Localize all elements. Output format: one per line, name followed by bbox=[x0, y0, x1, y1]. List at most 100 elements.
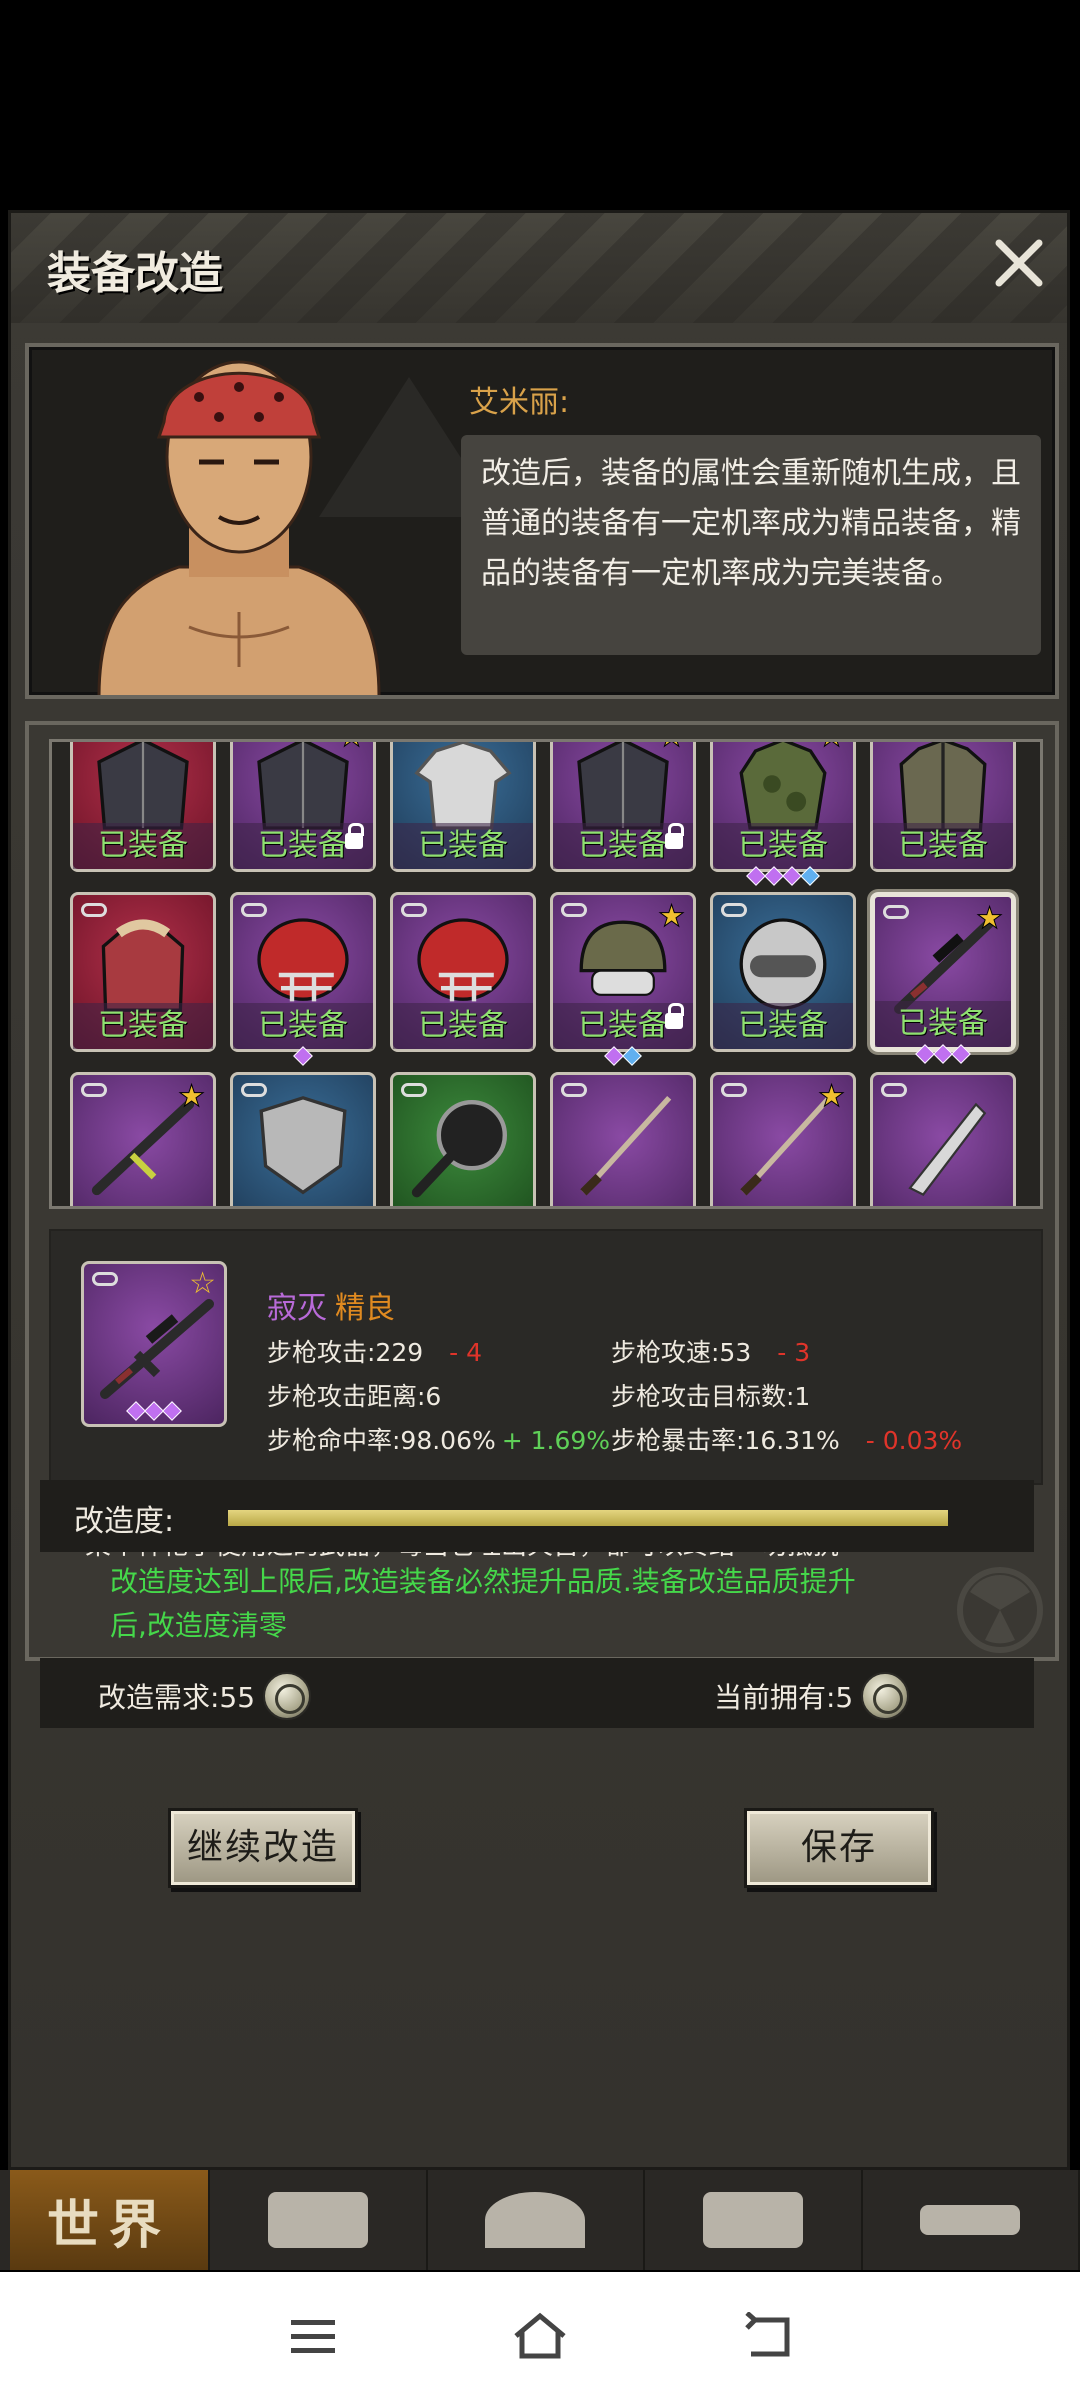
inventory-slot[interactable] bbox=[550, 1072, 696, 1206]
stat-label: 步枪暴击率:16.31% bbox=[611, 1426, 840, 1455]
character-icon bbox=[485, 2192, 586, 2248]
stat-line: 步枪攻速:53 - 3 bbox=[611, 1333, 810, 1369]
inventory-slot[interactable]: 已装备 bbox=[70, 892, 216, 1052]
nav-world-tab[interactable]: 世界 bbox=[10, 2170, 210, 2270]
inventory-slot[interactable]: ★ 已装备 bbox=[710, 742, 856, 886]
equipment-grid[interactable]: 已装备★已装备已装备★已装备★已装备已装备已装备已装备已装备★已装备已装备★已装… bbox=[49, 739, 1043, 1209]
stat-label: 步枪攻击:229 bbox=[267, 1338, 424, 1367]
gem-icon bbox=[782, 866, 802, 886]
lock-icon bbox=[665, 823, 684, 849]
reform-progress-bar bbox=[228, 1510, 948, 1526]
riot-shield-icon bbox=[259, 1096, 347, 1195]
gem-icon bbox=[933, 1044, 953, 1064]
gem-icon bbox=[126, 1401, 146, 1421]
stat-label: 步枪攻击目标数:1 bbox=[611, 1382, 811, 1411]
lock-icon bbox=[345, 823, 364, 849]
equipped-label: 已装备 bbox=[233, 1003, 373, 1049]
back-icon[interactable] bbox=[737, 2306, 797, 2366]
inventory-slot[interactable] bbox=[870, 1072, 1016, 1206]
item-quality: 精良 bbox=[335, 1291, 395, 1326]
nav-tab-2[interactable] bbox=[210, 2170, 428, 2270]
npc-portrait bbox=[97, 360, 381, 695]
nav-world-label: 世界 bbox=[46, 2194, 171, 2256]
lock-icon bbox=[665, 1003, 684, 1029]
npc-speech-bubble: 改造后，装备的属性会重新随机生成，且普通的装备有一定机率成为精品装备，精品的装备… bbox=[461, 435, 1041, 655]
selected-item-icon: ☆ bbox=[81, 1261, 227, 1427]
gem-icon bbox=[293, 1046, 313, 1066]
stat-line: 步枪暴击率:16.31% - 0.03% bbox=[611, 1421, 962, 1457]
inventory-slot[interactable]: 已装备 bbox=[70, 742, 216, 872]
equipped-label: 已装备 bbox=[873, 823, 1013, 869]
gem-icon bbox=[915, 1044, 935, 1064]
stat-delta: - 0.03% bbox=[865, 1426, 963, 1455]
equipped-label: 已装备 bbox=[73, 1003, 213, 1049]
gem-slots bbox=[746, 866, 820, 886]
equipped-label: 已装备 bbox=[393, 1003, 533, 1049]
gem-icon bbox=[144, 1401, 164, 1421]
inventory-slot[interactable]: 已装备 bbox=[710, 892, 856, 1052]
home-icon[interactable] bbox=[510, 2306, 570, 2366]
game-bottom-nav: 世界 bbox=[0, 2170, 1080, 2270]
save-button[interactable]: 保存 bbox=[744, 1808, 934, 1888]
coin-icon bbox=[263, 1672, 312, 1720]
equipped-label: 已装备 bbox=[713, 823, 853, 869]
inventory-slot[interactable]: 已装备 bbox=[230, 892, 376, 1066]
inventory-slot[interactable]: ★ bbox=[70, 1072, 216, 1206]
inventory-slot[interactable]: ★已装备 bbox=[230, 742, 376, 872]
star-icon: ★ bbox=[818, 742, 846, 755]
reform-progress-fill bbox=[228, 1510, 948, 1526]
star-icon: ★ bbox=[178, 1079, 206, 1115]
item-detail: ☆ 寂灭 精良 步枪攻击:229 - 4 步枪攻速:53 - 3 步枪攻击距离:6 步枪攻击… bbox=[49, 1229, 1043, 1485]
stat-label: 步枪命中率:98.06% bbox=[267, 1426, 496, 1455]
link-icon bbox=[92, 1272, 118, 1286]
katana-icon bbox=[580, 1096, 672, 1196]
item-name: 寂灭 bbox=[267, 1291, 327, 1326]
item-name-line: 寂灭 精良 bbox=[267, 1283, 395, 1327]
inventory-slot[interactable] bbox=[390, 1072, 536, 1206]
nav-tab-4[interactable] bbox=[645, 2170, 863, 2270]
system-nav-bar bbox=[0, 2272, 1080, 2400]
gem-slots bbox=[293, 1046, 313, 1066]
gem-icon bbox=[746, 866, 766, 886]
inventory-slot[interactable] bbox=[230, 1072, 376, 1206]
gem-icon bbox=[764, 866, 784, 886]
inventory-slot[interactable]: ★ bbox=[710, 1072, 856, 1206]
nav-tab-5[interactable] bbox=[863, 2170, 1080, 2270]
stat-line: 步枪攻击距离:6 bbox=[267, 1377, 441, 1413]
npc-panel: 艾米丽: 改造后，装备的属性会重新随机生成，且普通的装备有一定机率成为精品装备，… bbox=[25, 343, 1059, 699]
stat-label: 步枪攻击距离:6 bbox=[267, 1382, 442, 1411]
close-icon[interactable] bbox=[989, 233, 1049, 293]
gem-slots bbox=[604, 1046, 642, 1066]
gem-slots bbox=[915, 1044, 971, 1064]
stat-line: 步枪攻击目标数:1 bbox=[611, 1377, 810, 1413]
requirement: 改造需求:55 bbox=[98, 1672, 312, 1720]
stat-label: 步枪攻速:53 bbox=[611, 1338, 752, 1367]
menu-icon[interactable] bbox=[283, 2306, 343, 2366]
owned-text: 当前拥有:5 bbox=[714, 1681, 854, 1714]
equipped-label: 已装备 bbox=[713, 1003, 853, 1049]
gem-slots bbox=[126, 1401, 182, 1421]
continue-reform-button[interactable]: 继续改造 bbox=[168, 1808, 358, 1888]
gem-icon bbox=[622, 1046, 642, 1066]
radiation-icon bbox=[957, 1567, 1043, 1653]
stat-line: 步枪攻击:229 - 4 bbox=[267, 1333, 482, 1369]
nav-tab-3[interactable] bbox=[428, 2170, 645, 2270]
inventory-slot[interactable]: 已装备 bbox=[390, 892, 536, 1052]
dialog-title: 装备改造 bbox=[47, 248, 223, 299]
sniper-rifle-icon bbox=[100, 1299, 214, 1399]
star-icon: ★ bbox=[818, 1079, 846, 1115]
backpack-icon bbox=[267, 2192, 368, 2248]
inventory-slot[interactable]: ★已装备 bbox=[870, 892, 1016, 1064]
gem-icon bbox=[951, 1044, 971, 1064]
inventory-slot[interactable]: ★已装备 bbox=[550, 892, 696, 1066]
inventory-slot[interactable]: 已装备 bbox=[390, 742, 536, 872]
inventory-slot[interactable]: 已装备 bbox=[870, 742, 1016, 872]
inventory-slot[interactable]: ★已装备 bbox=[550, 742, 696, 872]
machete-icon bbox=[908, 1103, 987, 1197]
star-icon: ★ bbox=[976, 901, 1004, 937]
frying-pan-icon bbox=[411, 1100, 507, 1198]
stat-delta: - 4 bbox=[449, 1338, 483, 1367]
gem-icon bbox=[800, 866, 820, 886]
coin-icon bbox=[861, 1672, 910, 1720]
equipped-label: 已装备 bbox=[73, 823, 213, 869]
